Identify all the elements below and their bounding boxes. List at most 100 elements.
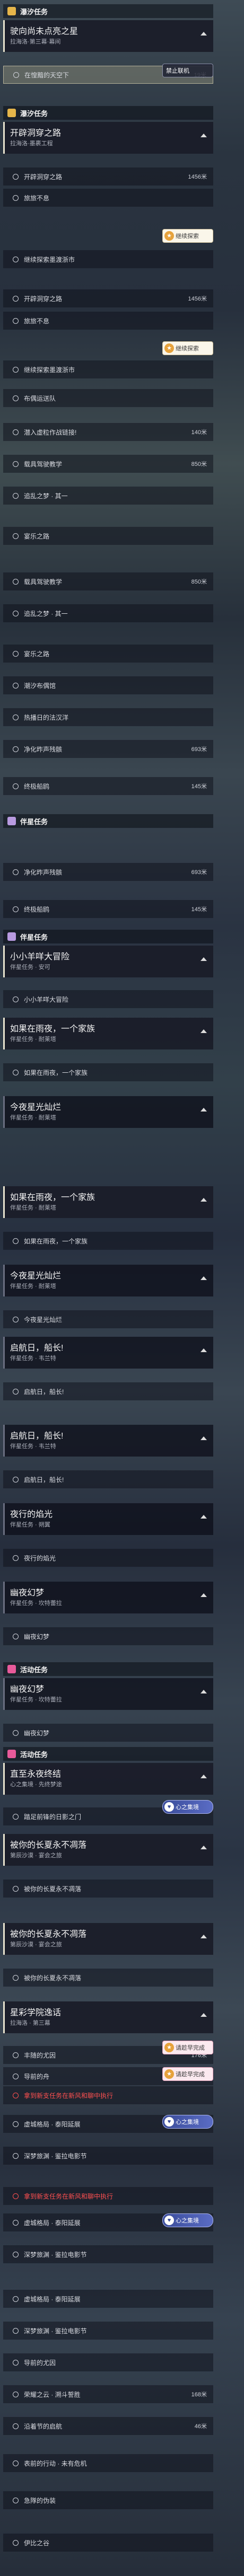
quest-step[interactable]: 深梦旅渊 · 鉴拉电影节 [3,2147,213,2165]
quest-title: 开辟洞穿之路 [10,129,62,138]
quest-entry[interactable]: 启航日，船长! 伴星任务 · 韦兰特 [3,1337,213,1369]
quest-step[interactable]: 宴乐之路 [3,645,213,663]
quest-entry[interactable]: 被你的长夏永不凋落 第辰沙漠 · 宴会之旅 [3,1834,213,1866]
quest-step[interactable]: 深梦旅渊 · 鉴拉电影节 [3,2322,213,2340]
step-label: 虚城格局 · 泰阳延展 [24,2295,81,2303]
category-header[interactable]: 瀑汐任务 [3,106,213,120]
step-bullet-icon [13,1885,19,1892]
quest-step[interactable]: 启航日，船长! [3,1382,213,1400]
chevron-up-icon[interactable] [201,2013,207,2017]
quest-step[interactable]: 表前的行动 · 未有危机 [3,2454,213,2472]
quest-step[interactable]: 深梦旅渊 · 鉴拉电影节 [3,2245,213,2263]
quest-step[interactable]: 启航日，船长! [3,1470,213,1488]
quest-entry[interactable]: 星彩学院逸话 拉海洛 · 第三幕 [3,2001,213,2033]
chevron-up-icon[interactable] [201,1690,207,1693]
quest-step[interactable]: 载具驾驶教学 850米 [3,455,213,473]
chevron-up-icon[interactable] [201,1276,207,1280]
step-bullet-icon [13,1238,19,1244]
quest-step[interactable]: 沿着节的启航 46米 [3,2417,213,2435]
chevron-up-icon[interactable] [201,1029,207,1033]
quest-step[interactable]: 荣耀之云 · 溯斗誓胜 168米 [3,2385,213,2403]
quest-entry[interactable]: 启航日，船长! 伴星任务 · 韦兰特 [3,1425,213,1457]
quest-step[interactable]: 导前的尤因 [3,2353,213,2371]
quest-step[interactable]: 宴乐之路 [3,527,213,545]
quest-step[interactable]: 追乱之梦 · 其一 [3,604,213,622]
chevron-up-icon[interactable] [201,1846,207,1849]
chevron-up-icon[interactable] [201,1775,207,1778]
quest-step[interactable]: 虚城格局 · 泰阳延展 [3,2290,213,2308]
category-header[interactable]: 活动任务 [3,1662,213,1676]
quest-step[interactable]: 开辟洞穿之路 1456米 [3,289,213,307]
quest-step[interactable]: 夜行的焰光 [3,1549,213,1567]
category-header[interactable]: 瀑汐任务 [3,4,213,18]
quest-entry[interactable]: 夜行的焰光 伴星任务 · 朔翼 [3,1503,213,1535]
chevron-up-icon[interactable] [201,1436,207,1440]
quest-subtitle: 第辰沙漠 · 宴会之旅 [10,1942,62,1948]
chevron-up-icon[interactable] [201,1515,207,1519]
category-header[interactable]: 伴星任务 [3,930,213,943]
step-label: 虚城格局 · 泰阳延展 [24,2120,81,2128]
quest-step[interactable]: 潮汐布偶馆 [3,676,213,694]
quest-step[interactable]: 载具驾驶教学 850米 [3,572,213,590]
quest-step[interactable]: 今夜星光灿烂 [3,1310,213,1328]
quest-step[interactable]: 急隊的伪装 [3,2491,213,2509]
quest-step[interactable]: 拿到新支任务在新风和聊中执行 [3,2086,213,2104]
quest-subtitle: 拉海洛 · 第三幕 [10,2020,50,2026]
quest-step[interactable]: 幽夜幻梦 [3,1724,213,1742]
quest-step[interactable]: 潜入虚粒作战链接! 140米 [3,423,213,441]
quest-step[interactable]: 热播日的法汉洋 [3,708,213,726]
quest-step[interactable]: 幽夜幻梦 [3,1627,213,1645]
quest-entry[interactable]: 小小羊咩大冒险 伴星任务 · 安可 [3,946,213,977]
quest-step[interactable]: 如果在雨夜，一个家族 [3,1232,213,1250]
quest-step[interactable]: 如果在雨夜，一个家族 [3,1063,213,1081]
quest-step[interactable]: 被你的长夏永不凋落 [3,1969,213,1987]
quest-category-icon [7,932,16,941]
chevron-up-icon[interactable] [201,1593,207,1597]
quest-step[interactable]: 终极船鸥 145米 [3,777,213,795]
quest-entry[interactable]: 如果在雨夜，一个家族 伴星任务 · 耐莱塔 [3,1018,213,1049]
quest-step[interactable]: 旅旅不息 [3,312,213,330]
step-bullet-icon [13,256,19,262]
step-label: 在惶黯的天空下 [24,71,69,79]
quest-step[interactable]: 继续探索墨渡浙市 [3,250,213,268]
quest-entry[interactable]: 驶向尚未点亮之星 拉海洛·第三幕·幕间 [3,20,213,52]
step-bullet-icon [13,714,19,720]
category-header[interactable]: 活动任务 [3,1747,213,1761]
quest-step[interactable]: 伊比之谷 [3,2534,213,2552]
quest-subtitle: 伴星任务 · 坎特蕾拉 [10,1600,62,1607]
quest-step[interactable]: 终极船鸥 145米 [3,900,213,918]
quest-entry[interactable]: 幽夜幻梦 伴星任务 · 坎特蕾拉 [3,1678,213,1710]
quest-step[interactable]: 小小羊咩大冒险 [3,990,213,1008]
quest-entry[interactable]: 今夜星光灿烂 伴星任务 · 耐莱塔 [3,1265,213,1296]
quest-entry[interactable]: 今夜星光灿烂 伴星任务 · 耐莱塔 [3,1096,213,1128]
quest-entry[interactable]: 幽夜幻梦 伴星任务 · 坎特蕾拉 [3,1582,213,1613]
chevron-up-icon[interactable] [201,1935,207,1938]
quest-step[interactable]: 被你的长夏永不凋落 [3,1880,213,1898]
step-label: 踏足前锋的日影之门 [24,1813,82,1821]
step-distance: 693米 [191,746,207,753]
chevron-up-icon[interactable] [201,1348,207,1352]
chevron-up-icon[interactable] [201,957,207,961]
chevron-up-icon[interactable] [201,1198,207,1202]
chevron-up-icon[interactable] [201,134,207,137]
quest-step[interactable]: 布偶运送队 [3,389,213,407]
quest-entry[interactable]: 开辟洞穿之路 拉海洛·墨裹工程 [3,122,213,154]
quest-entry[interactable]: 被你的长夏永不凋落 第辰沙漠 · 宴会之旅 [3,1923,213,1955]
quest-step[interactable]: 旅旅不息 [3,189,213,207]
badge-label: 请趁早完成 [176,2045,205,2051]
step-label: 热播日的法汉洋 [24,713,69,721]
category-header[interactable]: 伴星任务 [3,814,213,828]
quest-title: 如果在雨夜，一个家族 [10,1193,95,1202]
quest-step[interactable]: 净化昨声残骸 693米 [3,863,213,881]
quest-step[interactable]: 继续探索墨渡浙市 [3,360,213,378]
chevron-up-icon[interactable] [201,1108,207,1111]
quest-step[interactable]: 开辟洞穿之路 1456米 [3,167,213,186]
quest-entry[interactable]: 直至永夜终结 心之集境 · 先终梦途 [3,1763,213,1795]
quest-step[interactable]: 拿到新支任务在新风和聊中执行 [3,2187,213,2205]
badge-icon: ★ [164,231,174,241]
quest-entry[interactable]: 如果在雨夜，一个家族 伴星任务 · 耐莱塔 [3,1186,213,1218]
quest-step[interactable]: 净化昨声残骸 693米 [3,740,213,758]
quest-step[interactable]: 追乱之梦 · 其一 [3,487,213,505]
category-label: 瀑汐任务 [20,7,48,16]
chevron-up-icon[interactable] [201,32,207,36]
